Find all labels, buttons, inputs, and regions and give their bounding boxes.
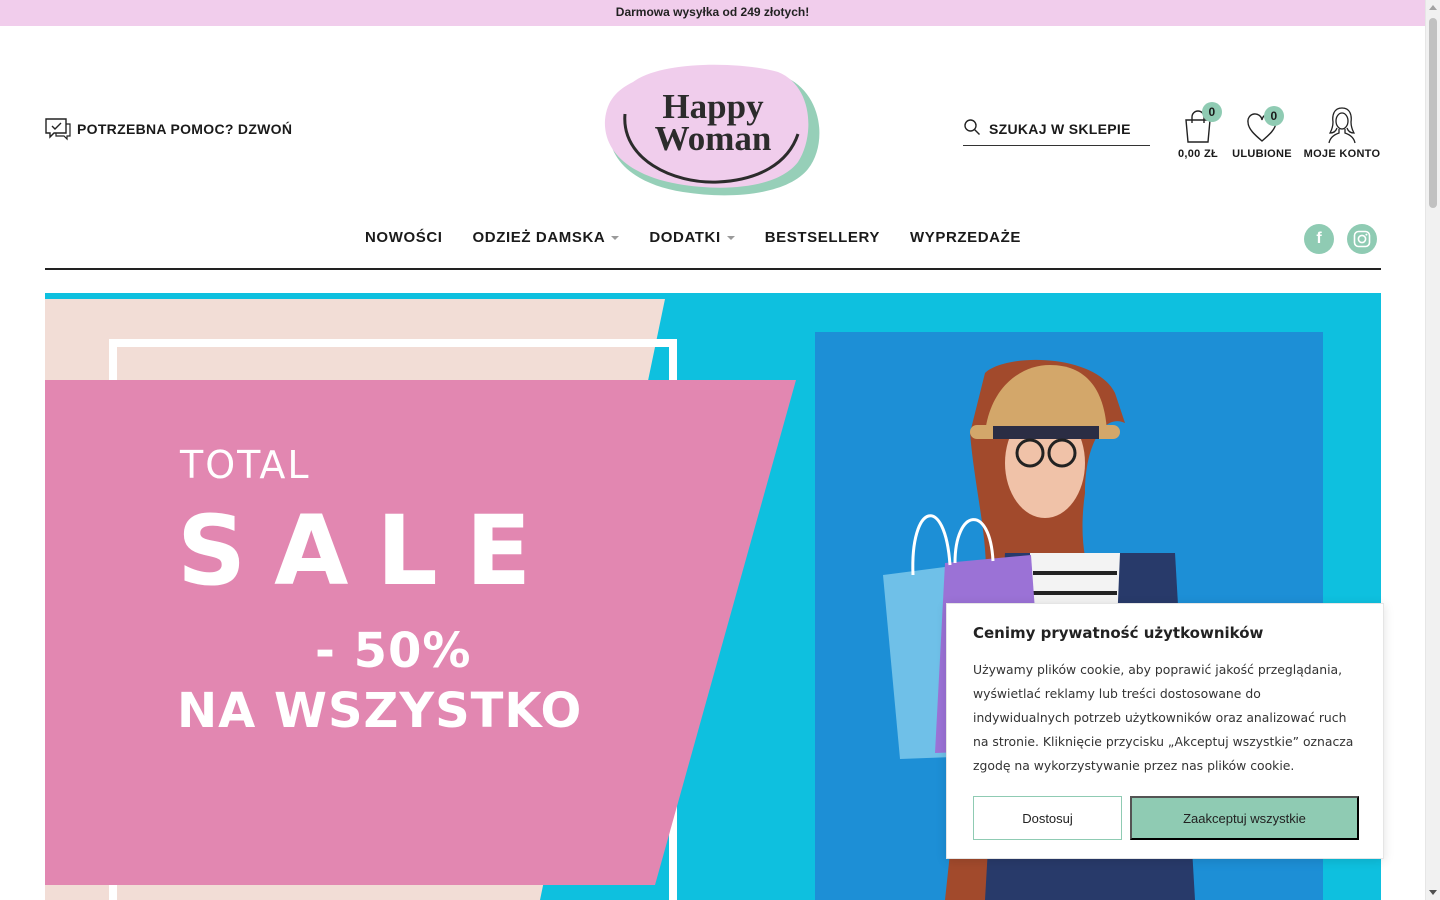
hero-sale-text: SALE (177, 495, 560, 607)
customize-cookies-button[interactable]: Dostosuj (973, 796, 1122, 840)
search-icon (963, 118, 981, 139)
scroll-down-icon[interactable] (1429, 890, 1437, 895)
cart-count-badge: 0 (1202, 102, 1222, 122)
promo-bar: Darmowa wysyłka od 249 złotych! (0, 0, 1425, 26)
search-placeholder: SZUKAJ W SKLEPIE (989, 120, 1131, 137)
main-nav: NOWOŚCI ODZIEŻ DAMSKA DODATKI BESTSELLER… (365, 229, 1021, 246)
cookie-title: Cenimy prywatność użytkowników (973, 624, 1264, 642)
nav-item-nowosci[interactable]: NOWOŚCI (365, 229, 443, 246)
nav-item-dodatki[interactable]: DODATKI (649, 229, 735, 246)
instagram-link[interactable] (1347, 224, 1377, 254)
cookie-body: Używamy plików cookie, aby poprawić jako… (973, 662, 1354, 773)
help-label: POTRZEBNA POMOC? DZWOŃ (77, 121, 293, 137)
nav-label: ODZIEŻ DAMSKA (472, 229, 606, 246)
nav-label: BESTSELLERY (764, 229, 880, 246)
favorites-count-badge: 0 (1264, 106, 1284, 126)
accept-all-cookies-button[interactable]: Zaakceptuj wszystkie (1130, 796, 1359, 840)
nav-item-wyprzedaze[interactable]: WYPRZEDAŻE (910, 229, 1021, 246)
search-field[interactable]: SZUKAJ W SKLEPIE (963, 112, 1150, 146)
logo-text-woman: Woman (654, 119, 772, 158)
facebook-link[interactable]: f (1304, 224, 1334, 254)
favorites-button[interactable]: 0 ULUBIONE (1229, 104, 1295, 160)
nav-item-odziez-damska[interactable]: ODZIEŻ DAMSKA (473, 229, 620, 246)
woman-avatar-icon (1328, 107, 1356, 144)
nav-item-bestsellery[interactable]: BESTSELLERY (765, 229, 880, 246)
chevron-down-icon (726, 236, 735, 240)
nav-label: NOWOŚCI (365, 229, 443, 246)
scroll-up-icon[interactable] (1429, 5, 1437, 10)
cart-total: 0,00 ZŁ (1177, 148, 1218, 160)
promo-text: Darmowa wysyłka od 249 złotych! (615, 5, 810, 19)
chevron-down-icon (611, 236, 620, 240)
scrollbar-thumb[interactable] (1429, 18, 1437, 208)
scrollbar[interactable] (1425, 0, 1440, 900)
instagram-icon (1353, 230, 1371, 248)
nav-divider (45, 268, 1381, 270)
logo[interactable]: Happy Woman (603, 64, 823, 200)
logo-text-happy: Happy (662, 87, 764, 126)
hero-total-text: TOTAL (180, 443, 311, 487)
account-button[interactable]: MOJE KONTO (1302, 104, 1382, 160)
favorites-label: ULUBIONE (1232, 148, 1292, 160)
cart-button[interactable]: 0 0,00 ZŁ (1173, 102, 1223, 160)
chat-bubbles-icon (45, 117, 71, 141)
help-phone-link[interactable]: POTRZEBNA POMOC? DZWOŃ (45, 117, 292, 141)
cookie-consent-dialog: Cenimy prywatność użytkowników Używamy p… (946, 603, 1384, 859)
nav-label: WYPRZEDAŻE (909, 229, 1021, 246)
nav-label: DODATKI (649, 229, 721, 246)
facebook-icon: f (1316, 230, 1322, 247)
hero-discount-text: - 50% (315, 623, 472, 679)
hero-all-text: NA WSZYSTKO (177, 683, 583, 739)
account-label: MOJE KONTO (1303, 148, 1381, 160)
